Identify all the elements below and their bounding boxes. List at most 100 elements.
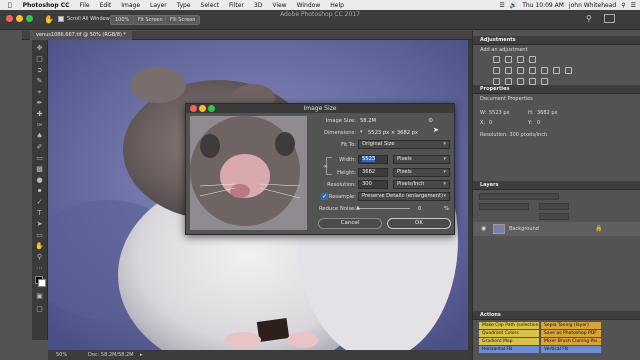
action-make-clip-path[interactable]: Make Clip Path (selection) — [479, 322, 539, 329]
menu-view[interactable]: View — [267, 2, 291, 9]
menu-app-name[interactable]: Photoshop CC — [18, 2, 75, 9]
posterize-icon[interactable] — [505, 78, 512, 85]
exposure-icon[interactable] — [529, 56, 536, 63]
wifi-icon[interactable]: ☰ — [499, 2, 504, 9]
reduce-noise-slider-thumb[interactable]: ▲ — [356, 205, 360, 211]
layer-lock-icon[interactable]: 🔒 — [595, 225, 602, 232]
type-tool-icon[interactable]: T — [35, 209, 44, 218]
menu-user[interactable]: john Whitehead — [569, 2, 616, 9]
volume-icon[interactable]: 🔊 — [510, 2, 517, 9]
visibility-eye-icon[interactable]: ◉ — [481, 225, 486, 232]
color-balance-icon[interactable] — [517, 67, 524, 74]
eraser-tool-icon[interactable]: ▭ — [35, 154, 44, 163]
notification-center-icon[interactable]: ☰ — [631, 2, 636, 9]
resolution-field[interactable]: 300 — [358, 180, 388, 189]
dialog-preview[interactable] — [190, 116, 307, 230]
menu-type[interactable]: Type — [172, 2, 196, 9]
properties-y-value[interactable]: 0 — [537, 120, 540, 126]
properties-h-value[interactable]: 3682 px — [537, 110, 557, 116]
dialog-minimize-icon[interactable] — [199, 105, 206, 112]
menu-3d[interactable]: 3D — [249, 2, 267, 9]
action-sepia-toning[interactable]: Sepia Toning (layer) — [541, 322, 601, 329]
brush-tool-icon[interactable]: ✑ — [35, 121, 44, 130]
zoom-tool-icon[interactable]: ⚲ — [35, 253, 44, 262]
fit-to-select[interactable]: Original Size ▾ — [358, 140, 450, 149]
opacity-field[interactable] — [539, 203, 569, 210]
dialog-close-icon[interactable] — [190, 105, 197, 112]
clone-stamp-tool-icon[interactable]: ♠ — [35, 132, 44, 141]
selective-color-icon[interactable] — [541, 78, 548, 85]
eyedropper-tool-icon[interactable]: ✒ — [35, 99, 44, 108]
healing-brush-tool-icon[interactable]: ✚ — [35, 110, 44, 119]
marquee-tool-icon[interactable]: □ — [35, 55, 44, 64]
gradient-map-icon[interactable] — [529, 78, 536, 85]
path-selection-tool-icon[interactable]: ➤ — [35, 220, 44, 229]
curves-icon[interactable] — [517, 56, 524, 63]
status-arrow-icon[interactable]: ▸ — [140, 352, 143, 358]
properties-w-value[interactable]: 5523 px — [489, 110, 509, 116]
menu-filter[interactable]: Filter — [224, 2, 249, 9]
ok-button[interactable]: OK — [387, 218, 451, 229]
reduce-noise-value[interactable]: 0 — [418, 206, 421, 212]
dialog-zoom-icon[interactable] — [208, 105, 215, 112]
quick-select-tool-icon[interactable]: ✎ — [35, 77, 44, 86]
action-horizontal-fb[interactable]: Horizontal FB — [479, 346, 539, 353]
spotlight-search-icon[interactable]: ⚲ — [621, 2, 625, 9]
invert-icon[interactable] — [493, 78, 500, 85]
more-tools-icon[interactable]: ⋯ — [35, 264, 44, 273]
lasso-tool-icon[interactable]: ➲ — [35, 66, 44, 75]
apple-menu-icon[interactable]:  — [0, 2, 18, 9]
dimensions-dropdown-icon[interactable]: ▾ — [360, 129, 363, 135]
blur-tool-icon[interactable]: ● — [35, 176, 44, 185]
vibrance-icon[interactable] — [493, 67, 500, 74]
height-field[interactable]: 3682 — [358, 168, 388, 177]
document-tab[interactable]: venus1086.667.tif @ 50% (RGB/8) * — [30, 31, 133, 40]
action-quadrant-colors[interactable]: Quadrant Colors — [479, 330, 539, 337]
quick-mask-icon[interactable]: ▣ — [35, 292, 44, 301]
resolution-unit-select[interactable]: Pixels/Inch ▾ — [393, 180, 450, 189]
menu-window[interactable]: Window — [292, 2, 326, 9]
black-white-icon[interactable] — [529, 67, 536, 74]
background-color-swatch[interactable] — [38, 279, 46, 287]
action-save-as-pdf[interactable]: Save as Photoshop PDF — [541, 330, 601, 337]
hue-saturation-icon[interactable] — [505, 67, 512, 74]
color-lookup-icon[interactable] — [565, 67, 572, 74]
history-brush-tool-icon[interactable]: ✐ — [35, 143, 44, 152]
crop-tool-icon[interactable]: ⌖ — [35, 88, 44, 97]
resample-select[interactable]: Preserve Details (enlargement) ▾ — [358, 192, 450, 201]
move-tool-icon[interactable]: ✥ — [35, 44, 44, 53]
adjustments-panel-title[interactable]: Adjustments — [473, 36, 640, 45]
pen-tool-icon[interactable]: ✓ — [35, 198, 44, 207]
cancel-button[interactable]: Cancel — [318, 218, 382, 229]
layers-panel-title[interactable]: Layers — [473, 181, 640, 190]
brightness-contrast-icon[interactable] — [493, 56, 500, 63]
gradient-tool-icon[interactable]: ▩ — [35, 165, 44, 174]
dialog-settings-gear-icon[interactable]: ⚙ — [428, 117, 433, 124]
levels-icon[interactable] — [505, 56, 512, 63]
status-zoom[interactable]: 50% — [56, 352, 67, 358]
menu-layer[interactable]: Layer — [145, 2, 172, 9]
menu-image[interactable]: Image — [116, 2, 145, 9]
threshold-icon[interactable] — [517, 78, 524, 85]
photo-filter-icon[interactable] — [541, 67, 548, 74]
channel-mixer-icon[interactable] — [553, 67, 560, 74]
layer-row-background[interactable]: ◉ Background 🔒 — [473, 222, 640, 236]
layer-filter-select[interactable] — [479, 193, 559, 200]
screen-mode-icon[interactable]: ▢ — [35, 305, 44, 314]
action-vertical-fb[interactable]: Vertical FB — [541, 346, 601, 353]
menu-edit[interactable]: Edit — [95, 2, 117, 9]
menu-help[interactable]: Help — [325, 2, 349, 9]
hand-tool-icon[interactable]: ✋ — [35, 242, 44, 251]
width-unit-select[interactable]: Pixels ▾ — [393, 155, 450, 164]
height-unit-select[interactable]: Pixels ▾ — [393, 168, 450, 177]
menu-select[interactable]: Select — [196, 2, 225, 9]
blend-mode-select[interactable] — [479, 203, 529, 210]
action-gradient-map[interactable]: Gradient Map — [479, 338, 539, 345]
properties-panel-title[interactable]: Properties — [473, 85, 640, 94]
reduce-noise-slider-track[interactable] — [358, 208, 410, 209]
properties-x-value[interactable]: 0 — [489, 120, 492, 126]
menu-clock[interactable]: Thu 10:09 AM — [522, 2, 564, 9]
action-mixer-brush[interactable]: Mixer Brush Cloning Pai... — [541, 338, 601, 345]
menu-file[interactable]: File — [75, 2, 95, 9]
dodge-tool-icon[interactable]: ⚫ — [35, 187, 44, 196]
